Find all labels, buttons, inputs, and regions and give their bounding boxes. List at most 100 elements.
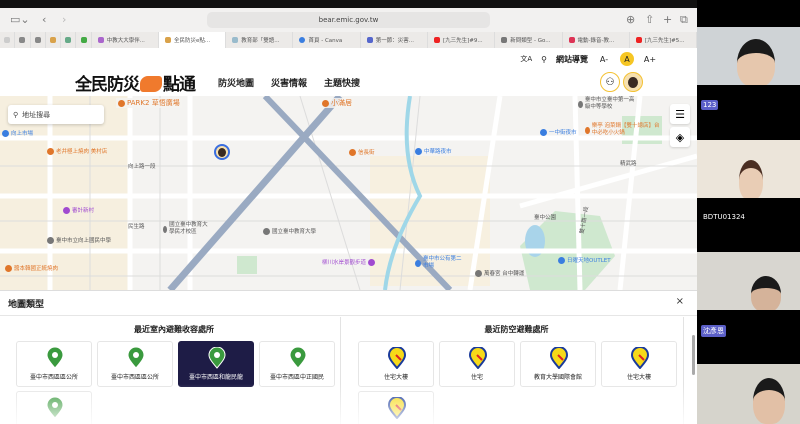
share-icon[interactable]: ⇧ bbox=[645, 13, 654, 26]
translate-icon[interactable]: 文A bbox=[520, 54, 532, 64]
tab[interactable]: [九三先生]#5... bbox=[630, 32, 697, 48]
screen-top-bar bbox=[0, 0, 697, 8]
map-poi[interactable]: 向上市場 bbox=[2, 129, 33, 137]
video-call-panel: 123 BDTU01324 沈彥恩 bbox=[697, 0, 800, 424]
youtube-icon bbox=[635, 37, 642, 43]
address-bar[interactable]: bear.emic.gov.tw bbox=[207, 12, 490, 28]
map-poi[interactable]: 國立臺中教育大學民才校區 bbox=[163, 222, 208, 236]
shelter-card-label: 臺中市西區中正國民 bbox=[269, 374, 324, 381]
address-search-input[interactable]: ⚲ 地址搜尋 bbox=[8, 105, 104, 124]
tab-bar: 中教大大學伴... 全民防災e點... 教育部「雙語... 首頁 - Canva… bbox=[0, 32, 697, 48]
user-settings-icon[interactable]: ⚇ bbox=[600, 72, 620, 92]
tab[interactable]: 新問類型 - Go... bbox=[495, 32, 563, 48]
indoor-shelter-pin-icon bbox=[289, 347, 307, 369]
font-large-button[interactable]: A+ bbox=[643, 52, 657, 66]
road-label: 精武路 bbox=[620, 161, 637, 167]
pinned-tab[interactable] bbox=[0, 32, 16, 48]
air-raid-shelter-pin-icon bbox=[469, 347, 487, 369]
map-poi[interactable]: 臺中公園 bbox=[534, 213, 556, 221]
hand-logo-icon bbox=[140, 76, 162, 92]
user-location-marker[interactable] bbox=[214, 144, 230, 160]
section-title: 最近室內避難收容處所 bbox=[134, 325, 214, 334]
map-type-panel: 地圖類型 × 最近室內避難收容處所 臺中市西區區公所 臺中市西區區公所 臺中市西區和… bbox=[0, 290, 697, 424]
pinned-tab[interactable] bbox=[31, 32, 46, 48]
tab[interactable]: 首頁 - Canva bbox=[293, 32, 361, 48]
utility-bar: 文A ⚲ 網站導覽 A- A A+ bbox=[520, 52, 657, 66]
tab[interactable]: 教育部「雙語... bbox=[226, 32, 294, 48]
shelter-card-label: 教育大學國際會館 bbox=[533, 374, 582, 381]
nav-topic-search[interactable]: 主題快搜 bbox=[324, 76, 360, 89]
pinned-tab[interactable] bbox=[76, 32, 92, 48]
shelter-card[interactable]: 住宅大樓 bbox=[358, 341, 434, 387]
map-poi[interactable]: 臺中市公有第二市場 bbox=[415, 256, 465, 270]
pinned-tab[interactable] bbox=[46, 32, 62, 48]
map-poi[interactable]: 一中街夜市 bbox=[540, 128, 577, 136]
road-label: 向上路一段 bbox=[128, 164, 156, 170]
map-poi[interactable]: 信長街 bbox=[349, 148, 375, 156]
forward-icon[interactable]: › bbox=[62, 13, 66, 26]
close-icon[interactable]: × bbox=[676, 296, 684, 307]
back-icon[interactable]: ‹ bbox=[42, 13, 46, 26]
shelter-card-label: 臺中市西區和龍民龍 bbox=[188, 374, 243, 381]
map-poi[interactable]: 小滿居 bbox=[320, 98, 354, 108]
map-poi[interactable]: 樂亭 泡菜鍋【雙十總店】台中必吃小火鍋 bbox=[585, 123, 660, 137]
tab[interactable]: 第一節：災害... bbox=[361, 32, 429, 48]
tab[interactable]: 中教大大學伴... bbox=[92, 32, 159, 48]
sidebar-icon[interactable]: ▭⌄ bbox=[10, 13, 30, 26]
map-poi[interactable]: 老井極上燒肉 美村店 bbox=[47, 147, 107, 155]
site-nav-link[interactable]: 網站導覽 bbox=[556, 54, 588, 65]
menu-icon[interactable]: ☰ bbox=[670, 104, 690, 124]
tab[interactable]: [九三先生]#9... bbox=[428, 32, 496, 48]
youtube-icon bbox=[434, 37, 441, 43]
map-poi[interactable]: 審計新村 bbox=[63, 206, 94, 214]
download-icon[interactable]: ⊕ bbox=[626, 13, 635, 26]
map-poi[interactable]: 臺中市立向上國民中學 bbox=[47, 236, 111, 244]
pinned-tab[interactable] bbox=[15, 32, 31, 48]
font-medium-button[interactable]: A bbox=[620, 52, 634, 66]
map-poi[interactable]: 國立臺中教育大學 bbox=[263, 227, 316, 235]
shelter-card[interactable]: 住宅 bbox=[439, 341, 515, 387]
air-raid-shelter-pin-icon bbox=[550, 347, 568, 369]
font-small-button[interactable]: A- bbox=[597, 52, 611, 66]
video-tile[interactable] bbox=[697, 252, 800, 310]
nav-disaster-map[interactable]: 防災地圖 bbox=[218, 76, 254, 89]
pinned-tab[interactable] bbox=[61, 32, 77, 48]
shelter-card[interactable]: 臺中市西區區公所 bbox=[97, 341, 173, 387]
shelter-card-label: 住宅大樓 bbox=[626, 374, 651, 381]
section-title: 最近防空避難處所 bbox=[484, 325, 549, 334]
nav-disaster-info[interactable]: 災害情報 bbox=[271, 76, 307, 89]
map-poi[interactable]: 日曜天地OUTLET bbox=[558, 256, 611, 264]
indoor-shelter-pin-icon bbox=[208, 347, 226, 369]
map-poi[interactable]: PARK2 草悟廣場 bbox=[116, 98, 182, 108]
tab-active[interactable]: 全民防災e點... bbox=[158, 32, 227, 48]
shelter-card[interactable]: 臺中市西區中正國民 bbox=[259, 341, 335, 387]
favicon-icon bbox=[164, 37, 171, 43]
map[interactable]: 向上市場 老井極上燒肉 美村店 審計新村 國立臺中教育大學 國立臺中教育大學民才… bbox=[0, 96, 697, 290]
participant-name: 沈彥恩 bbox=[701, 325, 726, 337]
search-icon[interactable]: ⚲ bbox=[541, 55, 547, 64]
favicon-icon bbox=[299, 37, 306, 43]
shelter-card[interactable]: 臺中市西區區公所 bbox=[16, 341, 92, 387]
scrollbar[interactable] bbox=[692, 335, 695, 375]
video-tile[interactable] bbox=[697, 27, 800, 85]
site-logo[interactable]: 全民防災 點通 bbox=[75, 70, 196, 95]
site-header: 文A ⚲ 網站導覽 A- A A+ 全民防災 點通 防災地圖 災害情報 主題快搜 … bbox=[0, 48, 697, 96]
map-poi[interactable]: 柳川水岸景觀步道 bbox=[322, 258, 376, 266]
new-tab-icon[interactable]: + bbox=[663, 13, 672, 26]
favicon-icon bbox=[366, 37, 373, 43]
map-poi[interactable]: 中華路夜市 bbox=[415, 147, 452, 155]
shelter-card[interactable]: 住宅大樓 bbox=[601, 341, 677, 387]
video-tile[interactable] bbox=[697, 364, 800, 424]
shelter-card[interactable]: 教育大學國際會館 bbox=[520, 341, 596, 387]
layers-icon[interactable]: ◈ bbox=[670, 127, 690, 147]
tab-overview-icon[interactable]: ⧉ bbox=[680, 13, 688, 27]
map-poi[interactable]: 萬春宮 台中轉運 bbox=[475, 269, 524, 277]
tab[interactable]: 電動-錄音-教... bbox=[563, 32, 630, 48]
browser-window: ▭⌄ ‹ › bear.emic.gov.tw ⊕ ⇧ + ⧉ 中教大大學伴..… bbox=[0, 0, 697, 424]
video-tile[interactable] bbox=[697, 140, 800, 198]
avatar[interactable] bbox=[623, 72, 643, 92]
map-poi[interactable]: 醬本韓國正統燒肉 bbox=[5, 264, 58, 272]
map-poi[interactable]: 臺中市立臺中第一高級中等學校 bbox=[578, 97, 638, 111]
shelter-card[interactable]: 臺中市西區和龍民龍 bbox=[178, 341, 254, 387]
search-icon: ⚲ bbox=[13, 110, 19, 119]
